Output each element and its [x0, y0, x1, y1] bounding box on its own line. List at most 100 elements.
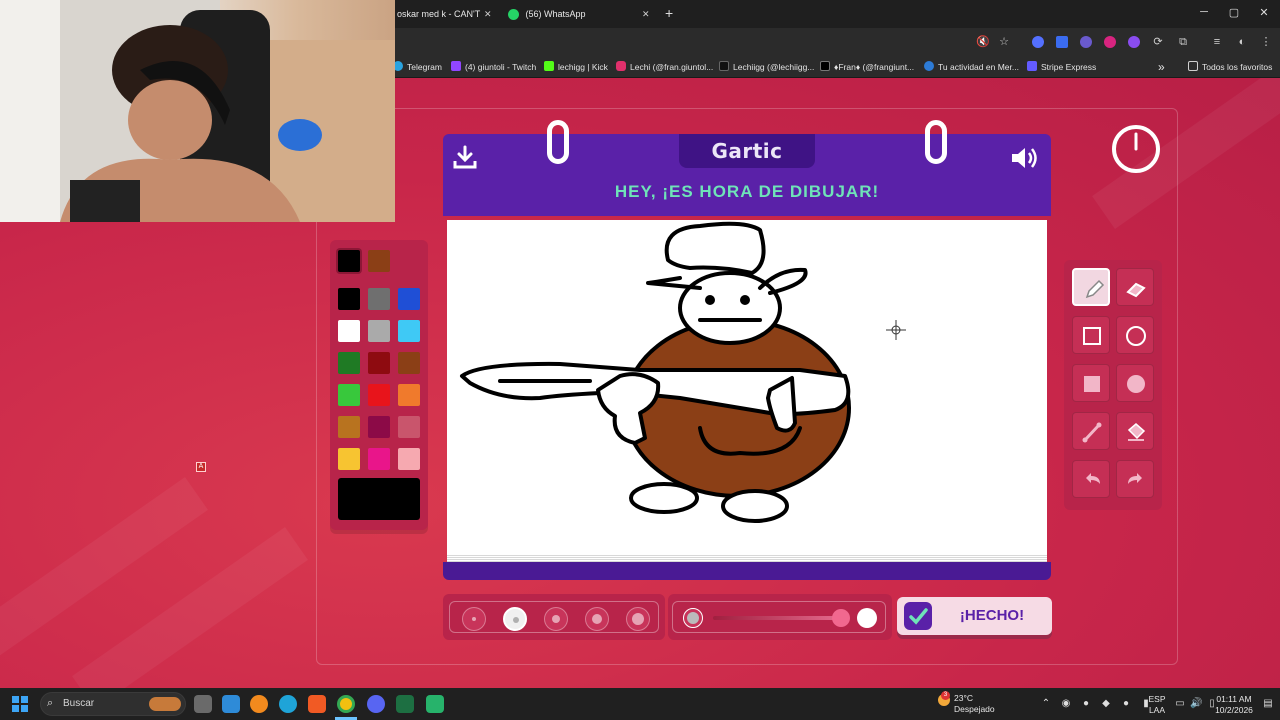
download-button[interactable] — [451, 144, 479, 172]
chrome-icon[interactable] — [337, 695, 355, 713]
bookmark-star-icon[interactable]: ☆ — [997, 35, 1011, 49]
opacity-slider[interactable] — [672, 601, 886, 633]
brush-size-group — [449, 601, 659, 633]
chevron-up-icon[interactable]: ⌃ — [1040, 698, 1052, 710]
tool-fill-bucket-button[interactable] — [1116, 412, 1154, 450]
color-swatch[interactable] — [338, 288, 360, 310]
close-tab-icon[interactable]: ✕ — [642, 4, 654, 24]
color-swatch[interactable] — [338, 384, 360, 406]
brush-size-button[interactable] — [585, 607, 609, 631]
brush-size-button[interactable] — [544, 607, 568, 631]
filled-rectangle-icon — [1084, 376, 1100, 392]
tool-ellipse-button[interactable] — [1116, 316, 1154, 354]
extension-icon[interactable]: ⟳ — [1151, 35, 1165, 49]
extension-icon[interactable] — [1080, 36, 1092, 48]
app-icon[interactable] — [222, 695, 240, 713]
extension-icon[interactable] — [1104, 36, 1116, 48]
close-tab-icon[interactable]: ✕ — [484, 4, 496, 24]
extension-icon[interactable] — [1032, 36, 1044, 48]
color-swatch[interactable] — [368, 352, 390, 374]
color-palette — [330, 240, 428, 530]
notification-icon[interactable]: ▤ — [1262, 698, 1274, 710]
bookmark-item[interactable]: Lechiigg (@lechiigg... — [719, 60, 814, 74]
color-swatch[interactable] — [338, 320, 360, 342]
bookmark-item[interactable]: lechigg | Kick — [544, 60, 608, 74]
tool-pencil-button[interactable] — [1072, 268, 1110, 306]
color-swatch[interactable] — [398, 384, 420, 406]
media-icon[interactable]: ≡ — [1210, 35, 1224, 49]
whatsapp-icon — [508, 9, 519, 21]
maximize-button[interactable]: ▢ — [1226, 6, 1242, 19]
language-layout[interactable]: LAA — [1146, 705, 1168, 715]
security-icon[interactable]: ◆ — [1100, 698, 1112, 710]
color-swatch[interactable] — [398, 352, 420, 374]
discord-icon[interactable] — [367, 695, 385, 713]
tool-redo-button[interactable] — [1116, 460, 1154, 498]
brush-size-button[interactable] — [626, 607, 650, 631]
tool-line-button[interactable] — [1072, 412, 1110, 450]
opacity-track[interactable] — [713, 616, 841, 620]
drawing-canvas[interactable] — [447, 220, 1047, 562]
bookmarks-overflow-button[interactable]: » — [1158, 60, 1165, 74]
tab-whatsapp[interactable]: (56) WhatsApp — [508, 4, 638, 24]
clock-time[interactable]: 01:11 AM — [1210, 694, 1258, 704]
menu-icon[interactable]: ⋮ — [1259, 35, 1273, 49]
language-code[interactable]: ESP — [1146, 694, 1168, 704]
app-icon[interactable] — [426, 695, 444, 713]
steam-icon[interactable]: ◉ — [1060, 698, 1072, 710]
color-swatch[interactable] — [368, 384, 390, 406]
recent-color-swatch[interactable] — [338, 250, 360, 272]
puzzle-icon[interactable]: ⧉ — [1176, 35, 1190, 49]
color-swatch[interactable] — [338, 448, 360, 470]
profile-icon[interactable]: ◐ — [1235, 35, 1249, 49]
sound-button[interactable] — [1009, 144, 1037, 172]
clock-date[interactable]: 10/2/2026 — [1210, 705, 1258, 715]
done-button[interactable]: ¡HECHO! — [897, 597, 1052, 635]
color-swatch[interactable] — [368, 416, 390, 438]
brave-icon[interactable] — [308, 695, 326, 713]
taskbar-search[interactable]: ⌕ Buscar — [40, 692, 186, 716]
bookmark-item[interactable]: Tu actividad en Mer... — [924, 60, 1019, 74]
color-swatch[interactable] — [338, 416, 360, 438]
mute-icon[interactable]: 🔇 — [976, 35, 990, 49]
tool-eraser-button[interactable] — [1116, 268, 1154, 306]
volume-icon[interactable]: 🔊 — [1190, 698, 1202, 710]
opacity-handle[interactable] — [832, 609, 850, 627]
bookmark-item[interactable]: (4) giuntoli - Twitch — [451, 60, 536, 74]
color-swatch[interactable] — [368, 448, 390, 470]
tray-app-icon[interactable]: ● — [1080, 698, 1092, 710]
tab-music-video[interactable]: oskar med k - CAN'T — [397, 4, 497, 24]
tool-filled-rectangle-button[interactable] — [1072, 364, 1110, 402]
task-view-icon[interactable] — [194, 695, 212, 713]
bookmark-item[interactable]: Stripe Express — [1027, 60, 1096, 74]
tool-rectangle-button[interactable] — [1072, 316, 1110, 354]
color-swatch[interactable] — [398, 416, 420, 438]
brush-size-button[interactable] — [462, 607, 486, 631]
tray-app-icon[interactable]: ● — [1120, 698, 1132, 710]
windows-start-icon[interactable] — [12, 696, 28, 712]
close-window-button[interactable]: ✕ — [1256, 6, 1272, 19]
color-swatch[interactable] — [368, 288, 390, 310]
bookmark-item[interactable]: Telegram — [393, 60, 442, 74]
bookmark-item[interactable]: ♦Fran♦ (@frangiunt... — [820, 60, 914, 74]
tool-undo-button[interactable] — [1072, 460, 1110, 498]
color-swatch[interactable] — [398, 288, 420, 310]
bookmark-item[interactable]: Lechi (@fran.giuntol... — [616, 60, 713, 74]
recent-color-swatch[interactable] — [368, 250, 390, 272]
done-label: ¡HECHO! — [959, 607, 1025, 624]
brush-size-button[interactable] — [503, 607, 527, 631]
extension-icon[interactable] — [1056, 36, 1068, 48]
firefox-icon[interactable] — [250, 695, 268, 713]
extension-icon[interactable] — [1128, 36, 1140, 48]
color-swatch[interactable] — [368, 320, 390, 342]
network-icon[interactable]: ▭ — [1174, 698, 1186, 710]
minimize-button[interactable]: ─ — [1196, 6, 1212, 18]
all-bookmarks-button[interactable]: Todos los favoritos — [1188, 60, 1272, 74]
color-swatch[interactable] — [398, 320, 420, 342]
edge-icon[interactable] — [279, 695, 297, 713]
excel-icon[interactable] — [396, 695, 414, 713]
color-swatch[interactable] — [398, 448, 420, 470]
color-swatch[interactable] — [338, 352, 360, 374]
tool-filled-ellipse-button[interactable] — [1116, 364, 1154, 402]
new-tab-button[interactable]: + — [665, 5, 673, 21]
